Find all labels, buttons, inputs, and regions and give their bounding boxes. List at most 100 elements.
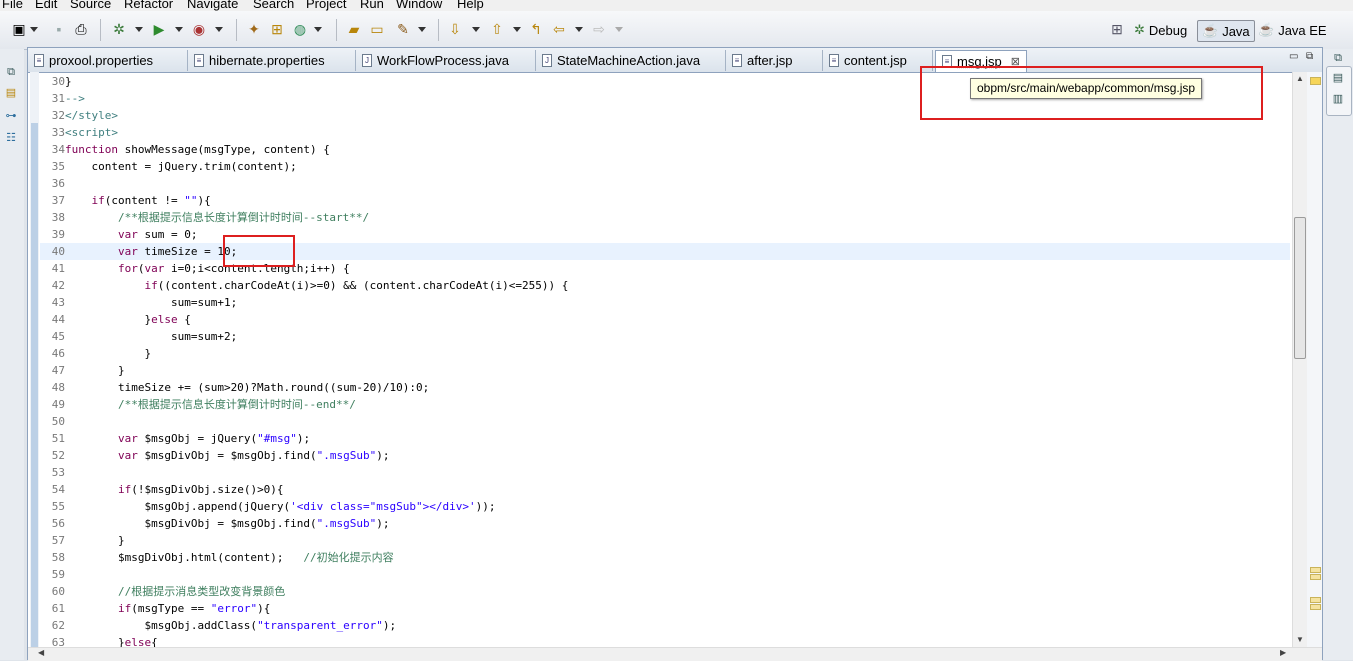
- forward-dropdown-arrow[interactable]: [615, 27, 623, 32]
- new-wizard-icon[interactable]: ▣: [10, 20, 28, 38]
- code-line[interactable]: 62 $msgObj.addClass("transparent_error")…: [40, 617, 1290, 634]
- change-band: [31, 123, 38, 647]
- tab-after-jsp[interactable]: ≡ after.jsp: [726, 50, 823, 71]
- search-dropdown-arrow[interactable]: [418, 27, 426, 32]
- last-edit-location-icon[interactable]: ↰: [527, 20, 545, 38]
- previous-annotation-icon[interactable]: ⇧: [488, 20, 506, 38]
- code-line[interactable]: 56 $msgDivObj = $msgObj.find(".msgSub");: [40, 515, 1290, 532]
- value-highlight-box: [223, 235, 295, 267]
- maximize-icon[interactable]: ⧉: [1306, 51, 1313, 62]
- tab-hibernate-properties[interactable]: ≡ hibernate.properties: [188, 50, 356, 71]
- menu-project[interactable]: Project: [306, 0, 346, 11]
- code-line[interactable]: 34function showMessage(msgType, content)…: [40, 141, 1290, 158]
- new-package-icon[interactable]: ⊞: [268, 20, 286, 38]
- print-icon[interactable]: ⎙: [72, 20, 90, 38]
- open-resource-icon[interactable]: ▭: [368, 20, 386, 38]
- open-type-icon[interactable]: ▰: [345, 20, 363, 38]
- restore-icon[interactable]: ⧉: [1331, 51, 1345, 65]
- task-list-icon[interactable]: ▤: [1331, 71, 1345, 85]
- occurrence-marker[interactable]: [1310, 604, 1321, 610]
- code-line[interactable]: 49 /**根据提示信息长度计算倒计时时间--end**/: [40, 396, 1290, 413]
- menu-file[interactable]: File: [2, 0, 23, 11]
- scroll-right-arrow[interactable]: ▶: [1280, 648, 1286, 657]
- scroll-up-arrow[interactable]: ▲: [1296, 74, 1304, 83]
- new-java-project-icon[interactable]: ✦: [245, 20, 263, 38]
- code-line[interactable]: 43 sum=sum+1;: [40, 294, 1290, 311]
- occurrence-marker[interactable]: [1310, 567, 1321, 573]
- code-line[interactable]: 38 /**根据提示信息长度计算倒计时时间--start**/: [40, 209, 1290, 226]
- menu-window[interactable]: Window: [396, 0, 442, 11]
- code-line[interactable]: 53: [40, 464, 1290, 481]
- toolbar-separator: [236, 19, 237, 41]
- occurrence-marker[interactable]: [1310, 597, 1321, 603]
- search-icon[interactable]: ✎: [394, 20, 412, 38]
- external-tools-dropdown-arrow[interactable]: [215, 27, 223, 32]
- code-line[interactable]: 59: [40, 566, 1290, 583]
- menu-search[interactable]: Search: [253, 0, 294, 11]
- menu-edit[interactable]: Edit: [35, 0, 57, 11]
- external-tools-icon[interactable]: ◉: [190, 20, 208, 38]
- menu-navigate[interactable]: Navigate: [187, 0, 238, 11]
- tab-workflowprocess-java[interactable]: J WorkFlowProcess.java: [356, 50, 536, 71]
- code-line[interactable]: 54 if(!$msgDivObj.size()>0){: [40, 481, 1290, 498]
- debug-icon[interactable]: ✲: [110, 20, 128, 38]
- back-dropdown-arrow[interactable]: [575, 27, 583, 32]
- code-line[interactable]: 57 }: [40, 532, 1290, 549]
- code-line[interactable]: 36: [40, 175, 1290, 192]
- outline-icon[interactable]: ☷: [4, 131, 18, 145]
- new-dropdown-arrow[interactable]: [30, 27, 38, 32]
- code-line[interactable]: 51 var $msgObj = jQuery("#msg");: [40, 430, 1290, 447]
- code-line[interactable]: 42 if((content.charCodeAt(i)>=0) && (con…: [40, 277, 1290, 294]
- package-explorer-icon[interactable]: ▤: [4, 86, 18, 100]
- menu-source[interactable]: Source: [70, 0, 111, 11]
- tab-content-jsp[interactable]: ≡ content.jsp: [823, 50, 933, 71]
- tab-proxool-properties[interactable]: ≡ proxool.properties: [28, 50, 188, 71]
- code-line[interactable]: 60 //根据提示消息类型改变背景颜色: [40, 583, 1290, 600]
- menu-run[interactable]: Run: [360, 0, 384, 11]
- code-line[interactable]: 46 }: [40, 345, 1290, 362]
- scroll-thumb[interactable]: [1294, 217, 1306, 359]
- code-line[interactable]: 52 var $msgDivObj = $msgObj.find(".msgSu…: [40, 447, 1290, 464]
- hierarchy-icon[interactable]: ⊶: [4, 109, 18, 123]
- occurrence-marker[interactable]: [1310, 574, 1321, 580]
- horizontal-scrollbar[interactable]: ◀ ▶: [28, 647, 1322, 661]
- new-class-dropdown-arrow[interactable]: [314, 27, 322, 32]
- overview-summary-icon[interactable]: [1310, 77, 1321, 85]
- tab-statemachineaction-java[interactable]: J StateMachineAction.java: [536, 50, 726, 71]
- outline-view-icon[interactable]: ▥: [1331, 92, 1345, 106]
- run-icon[interactable]: ▶: [150, 20, 168, 38]
- vertical-scrollbar[interactable]: ▲ ▼: [1292, 72, 1308, 647]
- perspective-java-ee[interactable]: ☕ Java EE: [1254, 20, 1331, 40]
- code-line[interactable]: 61 if(msgType == "error"){: [40, 600, 1290, 617]
- code-line[interactable]: 33<script>: [40, 124, 1290, 141]
- perspective-debug[interactable]: ✲ Debug: [1130, 20, 1191, 40]
- code-line[interactable]: 50: [40, 413, 1290, 430]
- back-icon[interactable]: ⇦: [550, 20, 568, 38]
- code-line[interactable]: 63 }else{: [40, 634, 1290, 647]
- save-icon[interactable]: ▪: [50, 20, 68, 38]
- code-editor[interactable]: 30} 31--> 32</style> 33<script> 34function s…: [28, 72, 1322, 647]
- code-line[interactable]: 37 if(content != ""){: [40, 192, 1290, 209]
- run-dropdown-arrow[interactable]: [175, 27, 183, 32]
- scroll-down-arrow[interactable]: ▼: [1296, 635, 1304, 644]
- code-line[interactable]: 55 $msgObj.append(jQuery('<div class="ms…: [40, 498, 1290, 515]
- code-line[interactable]: 35 content = jQuery.trim(content);: [40, 158, 1290, 175]
- menu-refactor[interactable]: Refactor: [124, 0, 173, 11]
- code-line[interactable]: 45 sum=sum+2;: [40, 328, 1290, 345]
- debug-dropdown-arrow[interactable]: [135, 27, 143, 32]
- code-line[interactable]: 47 }: [40, 362, 1290, 379]
- code-line[interactable]: 44 }else {: [40, 311, 1290, 328]
- open-perspective-icon[interactable]: ⊞: [1108, 20, 1126, 38]
- next-annotation-dropdown-arrow[interactable]: [472, 27, 480, 32]
- menu-help[interactable]: Help: [457, 0, 484, 11]
- code-line[interactable]: 48 timeSize += (sum>20)?Math.round((sum-…: [40, 379, 1290, 396]
- next-annotation-icon[interactable]: ⇩: [446, 20, 464, 38]
- forward-icon[interactable]: ⇨: [590, 20, 608, 38]
- minimize-icon[interactable]: ▭: [1289, 51, 1298, 62]
- previous-annotation-dropdown-arrow[interactable]: [513, 27, 521, 32]
- code-line[interactable]: 58 $msgDivObj.html(content); //初始化提示内容: [40, 549, 1290, 566]
- new-class-icon[interactable]: ◍: [291, 20, 309, 38]
- perspective-java[interactable]: ☕ Java: [1197, 20, 1255, 42]
- scroll-left-arrow[interactable]: ◀: [38, 648, 44, 657]
- restore-icon[interactable]: ⧉: [4, 65, 18, 79]
